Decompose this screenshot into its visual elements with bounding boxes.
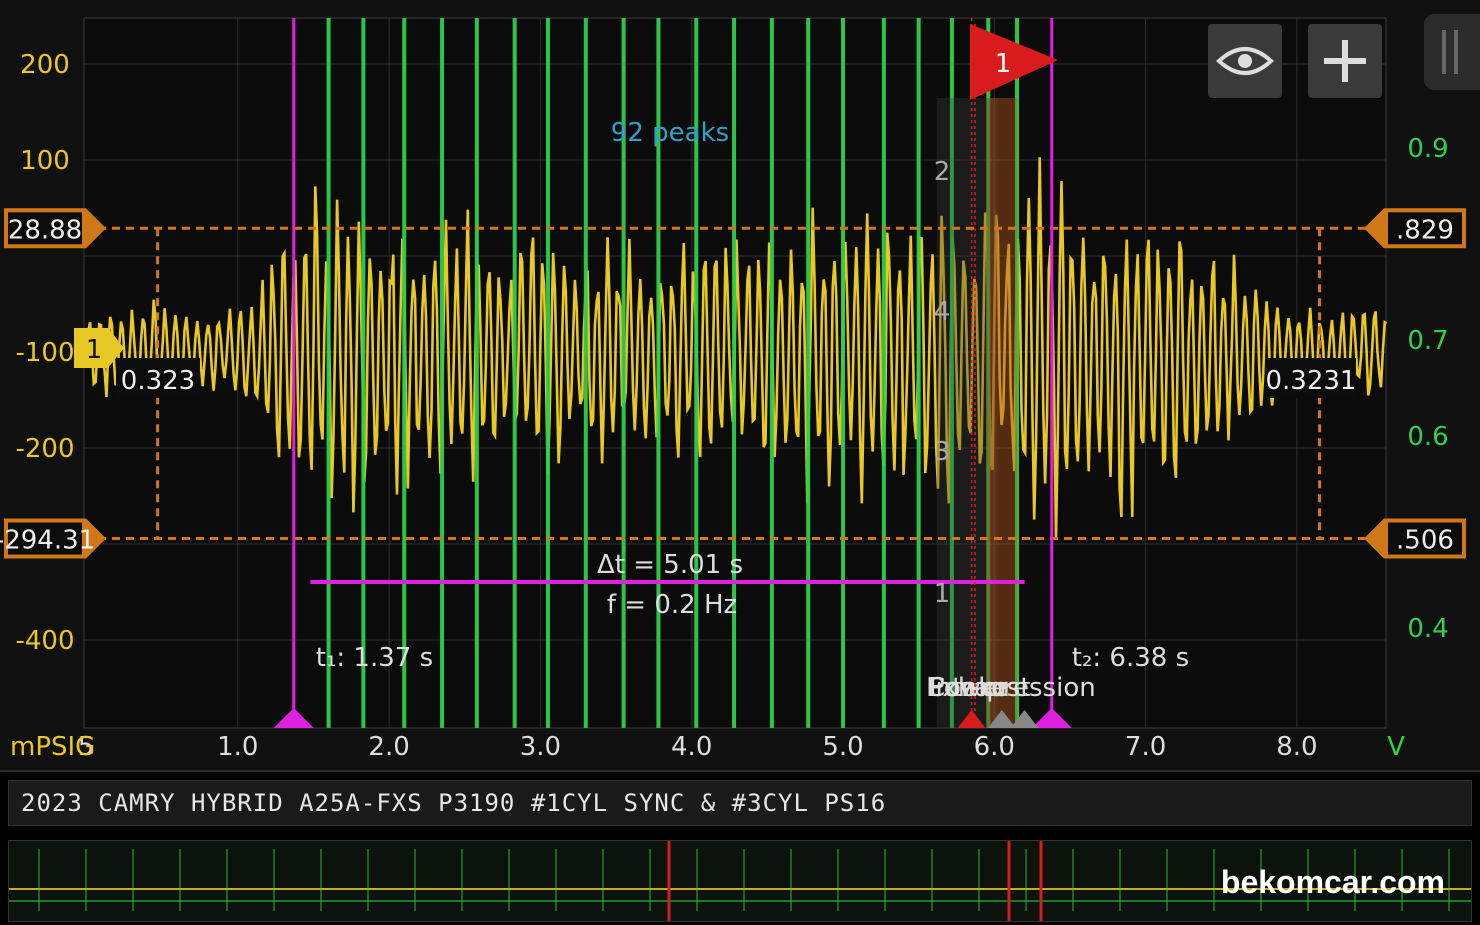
- x-tick-6.0: 6.0: [974, 732, 1015, 762]
- session-title-bar: 2023 CAMRY HYBRID A25A-FXS P3190 #1CYL S…: [8, 780, 1472, 826]
- trigger-flag-label: 1: [995, 49, 1012, 79]
- ref-label-left: 0.323: [121, 366, 195, 396]
- h-cursor-bottom-left-label: -294.31: [0, 526, 95, 556]
- stroke-label-4: Power: [929, 673, 1008, 703]
- h-cursor-bottom-right-label: .506: [1396, 526, 1454, 556]
- x-tick-8.0: 8.0: [1276, 732, 1317, 762]
- y-right-tick-0.4: 0.4: [1407, 614, 1448, 644]
- frequency-label: f = 0.2 Hz: [607, 590, 737, 620]
- y-left-tick-200: 200: [20, 50, 70, 80]
- eye-icon: [1216, 47, 1274, 75]
- x-tick-7.0: 7.0: [1125, 732, 1166, 762]
- stroke-band: [986, 98, 1017, 728]
- y-right-unit: V: [1387, 732, 1405, 762]
- add-button[interactable]: [1308, 24, 1382, 98]
- x-tick-4.0: 4.0: [671, 732, 712, 762]
- session-title: 2023 CAMRY HYBRID A25A-FXS P3190 #1CYL S…: [21, 789, 887, 817]
- x-tick-5.0: 5.0: [822, 732, 863, 762]
- ref-label-right: 0.3231: [1266, 366, 1357, 396]
- h-cursor-top-right-label: .829: [1396, 215, 1454, 245]
- marker-number-4: 1: [934, 579, 951, 609]
- visibility-button[interactable]: [1208, 24, 1282, 98]
- x-tick-1.0: 1.0: [217, 732, 258, 762]
- y-left-unit: mPSIG: [10, 732, 95, 762]
- oscilloscope-panel[interactable]: 28.88 -294.31 .829 .506 t₁: 1.37 s t₂: 6.38 s…: [0, 0, 1480, 772]
- delta-t-label: Δt = 5.01 s: [597, 550, 743, 580]
- x-tick-2.0: 2.0: [368, 732, 409, 762]
- waveform-chart[interactable]: 28.88 -294.31 .829 .506 t₁: 1.37 s t₂: 6.38 s…: [0, 0, 1480, 770]
- side-panel-handle[interactable]: [1424, 14, 1480, 90]
- h-cursor-top-left-label: 28.88: [8, 215, 82, 245]
- x-tick-3.0: 3.0: [520, 732, 561, 762]
- t2-label: t₂: 6.38 s: [1072, 643, 1189, 673]
- marker-number-2: 4: [934, 297, 951, 327]
- t1-label: t₁: 1.37 s: [316, 643, 433, 673]
- y-right-tick-0.6: 0.6: [1407, 422, 1448, 452]
- peaks-label: 92 peaks: [611, 118, 729, 148]
- plus-icon: [1324, 40, 1366, 82]
- marker-number-1: 2: [934, 157, 951, 187]
- channel-tag-label: 1: [86, 335, 103, 365]
- y-left-tick--200: -200: [15, 434, 74, 464]
- y-left-tick--400: -400: [15, 626, 74, 656]
- watermark: bekomcar.com: [1220, 864, 1445, 900]
- overview-strip[interactable]: bekomcar.com: [8, 840, 1472, 922]
- y-right-tick-0.7: 0.7: [1407, 326, 1448, 356]
- y-left-tick--100: -100: [15, 338, 74, 368]
- y-right-tick-0.9: 0.9: [1407, 134, 1448, 164]
- marker-number-3: 3: [934, 437, 951, 467]
- y-left-tick-100: 100: [20, 146, 70, 176]
